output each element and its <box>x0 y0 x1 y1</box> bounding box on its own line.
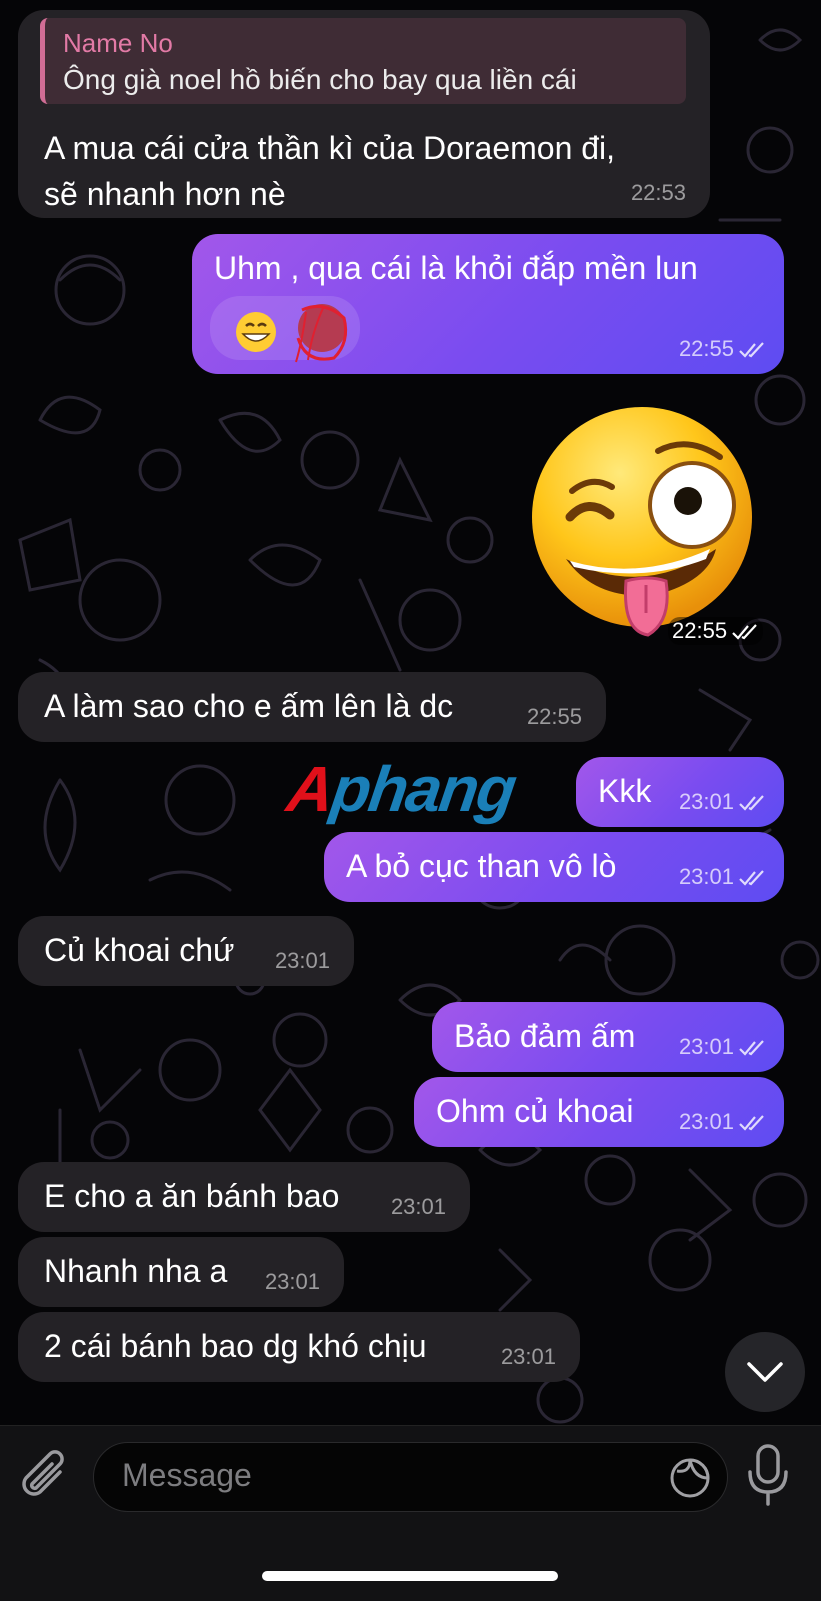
message-time-text: 22:55 <box>672 618 728 643</box>
message-incoming[interactable]: Nhanh nha a 23:01 <box>18 1237 344 1307</box>
message-text: Bảo đảm ấm <box>454 1018 636 1054</box>
message-outgoing[interactable]: Kkk 23:01 <box>576 757 784 827</box>
reply-preview[interactable]: Name No Ông già noel hồ biến cho bay qua… <box>40 18 686 104</box>
voice-message-button[interactable] <box>738 1440 798 1510</box>
message-time: 22:55 <box>526 704 582 729</box>
message-outgoing[interactable]: Ohm củ khoai 23:01 <box>414 1077 784 1147</box>
paperclip-icon <box>22 1450 64 1496</box>
message-text: Kkk <box>598 773 652 809</box>
message-incoming[interactable]: E cho a ăn bánh bao 23:01 <box>18 1162 470 1232</box>
message-time: 23:01 <box>679 1109 766 1135</box>
double-check-icon <box>732 624 757 640</box>
message-time: 23:01 <box>679 789 766 815</box>
message-text: A làm sao cho e ấm lên là dc <box>44 688 454 724</box>
sticker-icon <box>670 1458 710 1498</box>
zany-face-icon <box>532 407 752 637</box>
message-time-text: 23:01 <box>678 789 734 814</box>
message-text: Củ khoai chứ <box>44 932 235 968</box>
message-time: 23:01 <box>274 948 330 973</box>
message-time-text: 23:01 <box>678 1034 734 1059</box>
message-input-placeholder: Message <box>122 1457 252 1493</box>
sticker-button[interactable] <box>667 1455 713 1501</box>
double-check-icon <box>739 870 764 886</box>
message-time: 23:01 <box>390 1194 446 1219</box>
emoji-sticker-message[interactable]: 22:55 <box>530 405 790 645</box>
message-incoming[interactable]: 2 cái bánh bao dg khó chịu 23:01 <box>18 1312 580 1382</box>
message-time: 22:55 <box>668 617 764 645</box>
home-indicator[interactable] <box>262 1571 558 1581</box>
message-time: 22:55 <box>679 336 766 362</box>
message-text: sẽ nhanh hơn nè <box>44 176 286 212</box>
double-check-icon <box>739 1040 764 1056</box>
double-check-icon <box>739 1115 764 1131</box>
message-text: A mua cái cửa thần kì của Doraemon đi, <box>44 130 616 166</box>
watermark-logo: Aphang <box>283 752 520 826</box>
message-outgoing[interactable]: Bảo đảm ấm 23:01 <box>432 1002 784 1072</box>
double-check-icon <box>739 342 764 358</box>
message-time-text: 22:55 <box>678 336 734 361</box>
scroll-to-bottom-button[interactable] <box>725 1332 805 1412</box>
message-outgoing[interactable]: A bỏ cục than vô lò 23:01 <box>324 832 784 902</box>
reply-sender-name: Name No <box>63 28 173 58</box>
message-time-text: 23:01 <box>678 864 734 889</box>
message-text: Nhanh nha a <box>44 1253 228 1289</box>
message-text: A bỏ cục than vô lò <box>346 848 617 884</box>
emoji-row <box>210 296 360 363</box>
message-text: 2 cái bánh bao dg khó chịu <box>44 1328 427 1364</box>
message-text: Uhm , qua cái là khỏi đắp mền lun <box>214 250 698 286</box>
chevron-down-icon <box>747 1362 783 1382</box>
reply-quoted-text: Ông già noel hồ biến cho bay qua liền cá… <box>63 64 577 95</box>
message-input[interactable]: Message <box>93 1442 728 1512</box>
message-time: 23:01 <box>679 1034 766 1060</box>
double-check-icon <box>739 795 764 811</box>
message-time: 23:01 <box>500 1344 556 1369</box>
message-time: 23:01 <box>679 864 766 890</box>
attach-button[interactable] <box>20 1448 74 1506</box>
message-incoming-with-reply[interactable]: Name No Ông già noel hồ biến cho bay qua… <box>18 10 710 218</box>
message-text: Ohm củ khoai <box>436 1093 634 1129</box>
message-time-text: 23:01 <box>678 1109 734 1134</box>
message-incoming[interactable]: A làm sao cho e ấm lên là dc 22:55 <box>18 672 606 742</box>
microphone-icon <box>748 1444 788 1506</box>
message-time: 23:01 <box>264 1269 320 1294</box>
grinning-emoji-icon <box>236 304 348 363</box>
message-time: 22:53 <box>630 180 686 205</box>
watermark-text: phang <box>327 753 520 825</box>
message-text: E cho a ăn bánh bao <box>44 1178 340 1214</box>
message-incoming[interactable]: Củ khoai chứ 23:01 <box>18 916 354 986</box>
message-outgoing[interactable]: Uhm , qua cái là khỏi đắp mền lun 22:55 <box>192 234 784 374</box>
